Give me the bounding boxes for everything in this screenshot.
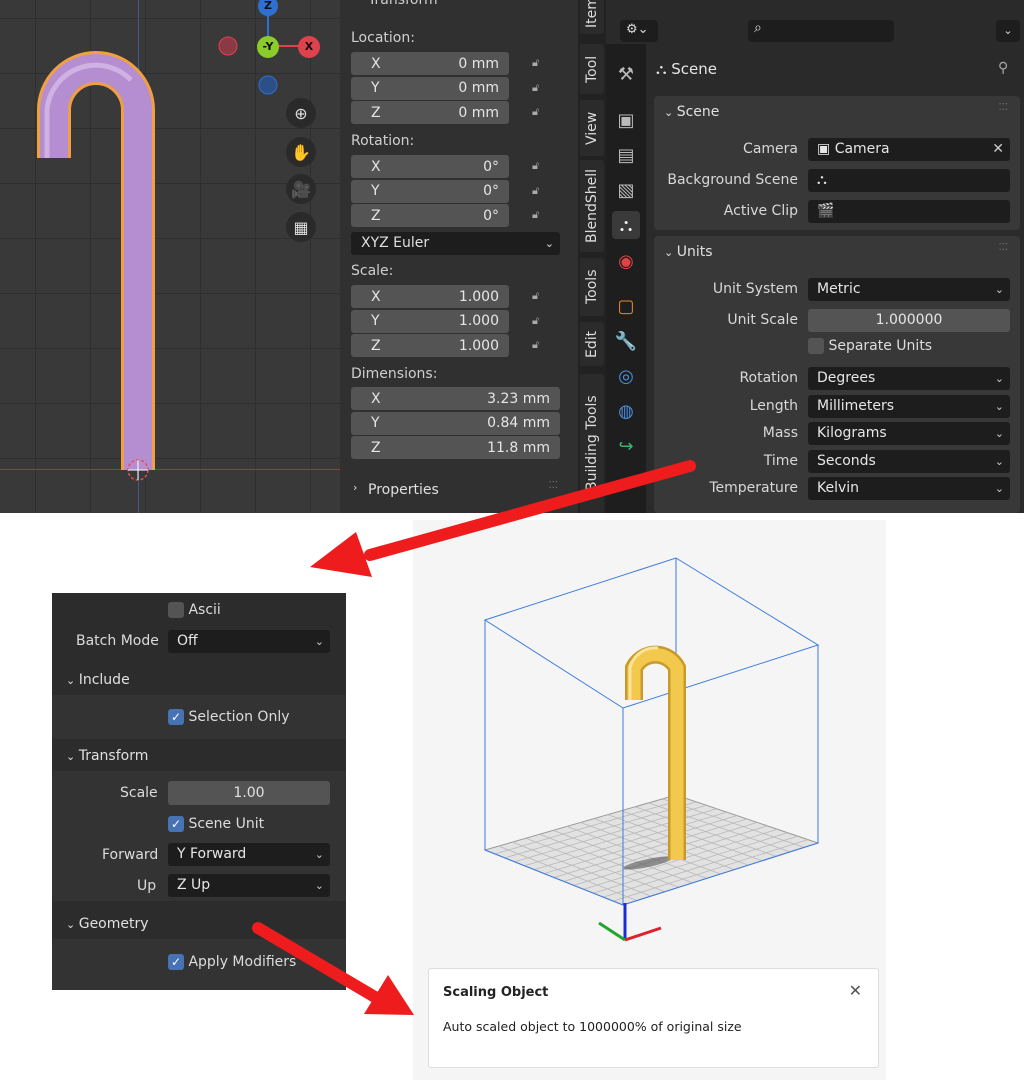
red-arrow-upper: [310, 460, 696, 577]
annotation-arrows: [252, 460, 696, 1015]
red-arrow-lower: [252, 922, 414, 1015]
